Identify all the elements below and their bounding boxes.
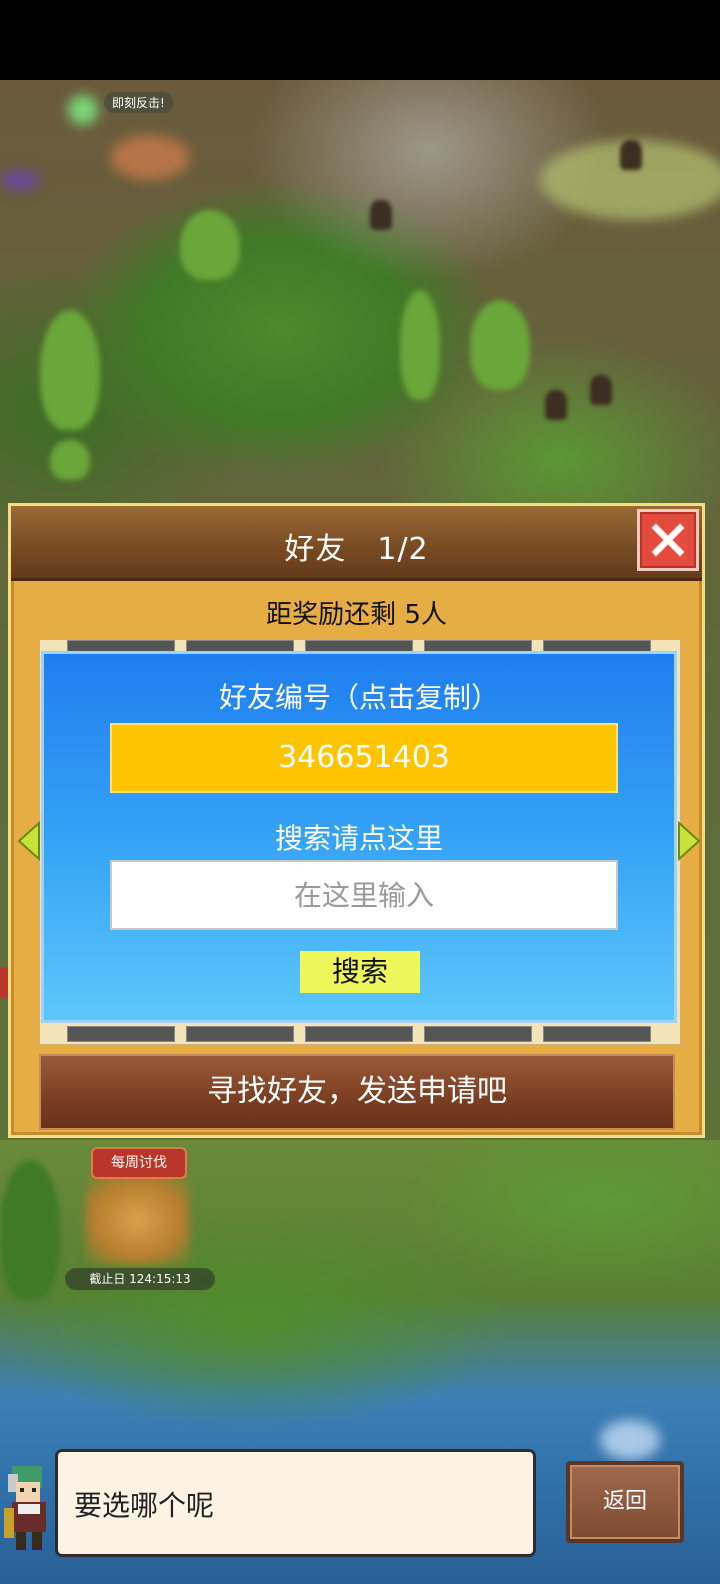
friend-search-panel: 好友编号（点击复制） 346651403 搜索请点这里 搜索 bbox=[41, 651, 677, 1023]
friend-dialog: 好友 1/2 距奖励还剩 5人 好友编号（点击复制） 346651403 搜索请… bbox=[8, 503, 705, 1138]
map-water-highlight bbox=[600, 1420, 660, 1460]
map-tree bbox=[180, 210, 240, 280]
map-rock bbox=[620, 140, 642, 170]
speech-bubble: 要选哪个呢 bbox=[58, 1452, 533, 1554]
speech-text: 要选哪个呢 bbox=[74, 1489, 215, 1522]
weekly-event-thumbnail[interactable] bbox=[85, 1175, 190, 1265]
map-tree bbox=[0, 1160, 60, 1300]
find-friends-button[interactable]: 寻找好友，发送申请吧 bbox=[39, 1054, 675, 1130]
friend-slot-bar bbox=[67, 1026, 175, 1042]
character-avatar bbox=[0, 1460, 60, 1556]
prev-page-button[interactable] bbox=[17, 820, 41, 865]
reward-progress-text: 距奖励还剩 5人 bbox=[266, 600, 447, 630]
map-rock bbox=[590, 375, 612, 405]
weekly-event-badge[interactable]: 每周讨伐 bbox=[91, 1147, 187, 1179]
search-button[interactable]: 搜索 bbox=[300, 951, 420, 993]
friend-slot-bar bbox=[305, 1026, 413, 1042]
side-tab[interactable] bbox=[0, 967, 8, 997]
next-page-button[interactable] bbox=[677, 820, 701, 865]
map-tree bbox=[470, 300, 530, 390]
search-label: 搜索请点这里 bbox=[274, 822, 443, 855]
chevron-right-icon bbox=[678, 820, 701, 862]
friend-slot-bar bbox=[424, 1026, 532, 1042]
friend-id-copy-button[interactable]: 346651403 bbox=[110, 723, 618, 793]
counterattack-label[interactable]: 即刻反击! bbox=[104, 92, 173, 113]
friend-slot-bar bbox=[543, 1026, 651, 1042]
close-button[interactable] bbox=[637, 509, 699, 571]
dialog-header: 好友 1/2 bbox=[11, 506, 702, 581]
friend-slot-bar bbox=[186, 1026, 294, 1042]
friend-id-label: 好友编号（点击复制） bbox=[218, 681, 499, 714]
close-icon bbox=[651, 523, 685, 557]
event-deadline-label: 截止日 124:15:13 bbox=[65, 1268, 215, 1290]
friend-search-input[interactable] bbox=[110, 860, 618, 930]
map-tree bbox=[40, 310, 100, 430]
map-marker bbox=[68, 95, 98, 125]
map-rock bbox=[370, 200, 392, 230]
map-units bbox=[110, 135, 190, 180]
map-purple-patch bbox=[0, 170, 40, 190]
back-button[interactable]: 返回 bbox=[566, 1461, 684, 1543]
map-tree bbox=[50, 440, 90, 480]
map-rock bbox=[545, 390, 567, 420]
chevron-left-icon bbox=[17, 820, 40, 862]
map-tree bbox=[400, 290, 440, 400]
dialog-title: 好友 1/2 bbox=[284, 532, 429, 567]
